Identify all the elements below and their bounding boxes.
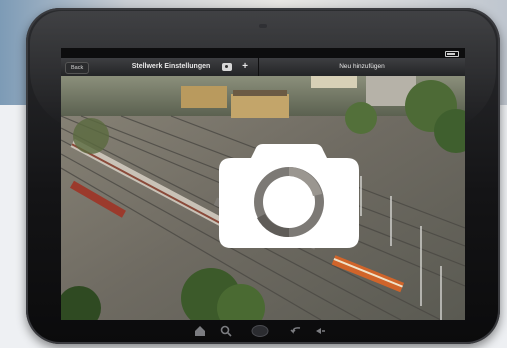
navigation-bar: Back Stellwerk Einstellungen + Neu hinzu… xyxy=(61,58,465,77)
station-building xyxy=(181,86,227,108)
home-button[interactable] xyxy=(251,324,269,338)
camera-icon[interactable] xyxy=(219,144,359,248)
station-roof xyxy=(233,90,287,96)
tree xyxy=(73,118,109,154)
menu-icon[interactable] xyxy=(313,324,327,338)
battery-icon xyxy=(445,51,459,57)
home-icon[interactable] xyxy=(193,324,207,338)
building xyxy=(311,76,357,88)
tree xyxy=(345,102,377,134)
tablet-device: Back Stellwerk Einstellungen + Neu hinzu… xyxy=(26,8,500,344)
search-icon[interactable] xyxy=(219,324,233,338)
station-building xyxy=(231,94,289,118)
add-button[interactable]: + xyxy=(239,59,251,75)
tablet-screen: Back Stellwerk Einstellungen + Neu hinzu… xyxy=(61,48,465,320)
camera-icon[interactable] xyxy=(222,63,232,71)
detail-title: Neu hinzufügen xyxy=(339,63,385,70)
bottom-toolbar xyxy=(171,322,351,340)
status-bar xyxy=(61,48,465,58)
nav-title: Stellwerk Einstellungen xyxy=(131,63,211,70)
back-button[interactable]: Back xyxy=(65,62,90,74)
back-icon[interactable] xyxy=(289,324,303,338)
front-camera xyxy=(259,24,267,28)
